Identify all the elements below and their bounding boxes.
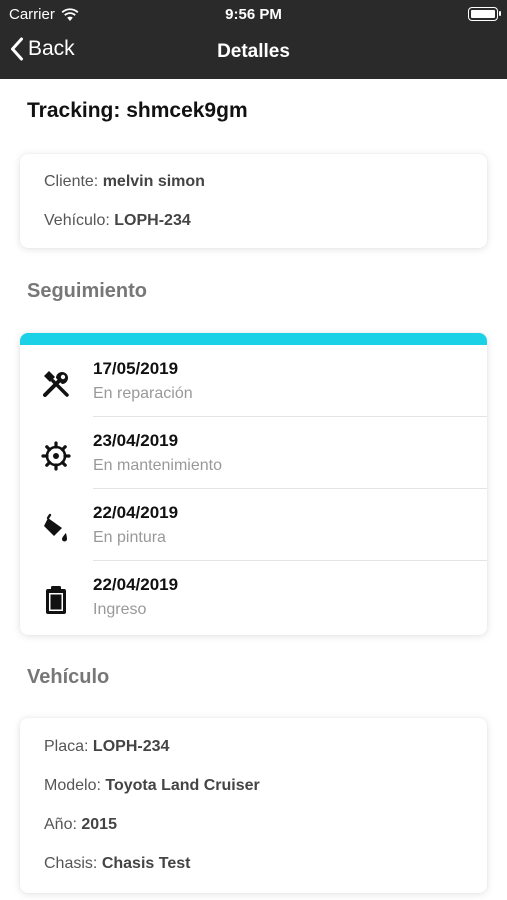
tracking-status: En pintura bbox=[93, 529, 166, 546]
placa-label: Placa: bbox=[44, 738, 89, 755]
client-row: Cliente: melvin simon bbox=[44, 173, 205, 191]
seguimiento-title: Seguimiento bbox=[27, 280, 148, 302]
paint-bucket-icon bbox=[44, 513, 67, 542]
client-value: melvin simon bbox=[102, 173, 205, 190]
vehicle-label: Vehículo: bbox=[44, 212, 110, 229]
clipboard-icon bbox=[46, 586, 66, 614]
chasis-row: Chasis: Chasis Test bbox=[44, 855, 190, 873]
chasis-label: Chasis: bbox=[44, 855, 98, 872]
battery-icon bbox=[468, 7, 501, 21]
anio-row: Año: 2015 bbox=[44, 816, 117, 834]
seguimiento-accent-bar bbox=[20, 333, 487, 345]
modelo-row: Modelo: Toyota Land Cruiser bbox=[44, 777, 260, 795]
tracking-code: shmcek9gm bbox=[126, 99, 248, 122]
tracking-status: En mantenimiento bbox=[93, 457, 222, 474]
page-title: Detalles bbox=[217, 41, 290, 62]
status-bar: Carrier 9:56 PM bbox=[0, 0, 507, 30]
tracking-date: 22/04/2019 bbox=[93, 575, 179, 594]
list-item[interactable]: 17/05/2019 En reparación bbox=[20, 345, 487, 417]
tracking-date: 22/04/2019 bbox=[93, 503, 179, 522]
tracking-date: 17/05/2019 bbox=[93, 359, 179, 378]
vehiculo-title: Vehículo bbox=[27, 666, 110, 688]
tools-icon bbox=[43, 371, 69, 397]
client-label: Cliente: bbox=[44, 173, 99, 190]
chasis-value: Chasis Test bbox=[101, 855, 191, 872]
tracking-status: En reparación bbox=[93, 385, 193, 402]
tracking-status: Ingreso bbox=[93, 601, 147, 618]
client-card: Cliente: melvin simon Vehículo: LOPH-234 bbox=[20, 154, 487, 248]
modelo-label: Modelo: bbox=[44, 777, 101, 794]
anio-label: Año: bbox=[44, 816, 77, 833]
vehicle-card: Placa: LOPH-234 Modelo: Toyota Land Crui… bbox=[20, 718, 487, 893]
tracking-heading: Tracking: shmcek9gm bbox=[27, 99, 248, 123]
status-time: 9:56 PM bbox=[225, 6, 282, 23]
anio-value: 2015 bbox=[81, 816, 117, 833]
seguimiento-card: 17/05/2019 En reparación 23/04/2019 En m… bbox=[20, 333, 487, 635]
vehicle-row: Vehículo: LOPH-234 bbox=[44, 212, 191, 230]
tracking-label: Tracking: bbox=[27, 99, 121, 122]
list-item[interactable]: 23/04/2019 En mantenimiento bbox=[20, 417, 487, 489]
top-bar: Carrier 9:56 PM Back Detalles bbox=[0, 0, 507, 79]
placa-value: LOPH-234 bbox=[92, 738, 170, 755]
vehicle-value: LOPH-234 bbox=[114, 212, 191, 229]
modelo-value: Toyota Land Cruiser bbox=[105, 777, 260, 794]
list-item[interactable]: 22/04/2019 Ingreso bbox=[20, 561, 487, 633]
gear-icon bbox=[41, 441, 71, 471]
tracking-date: 23/04/2019 bbox=[93, 431, 179, 450]
placa-row: Placa: LOPH-234 bbox=[44, 738, 169, 756]
navigation-bar: Back Detalles bbox=[0, 30, 507, 79]
list-item[interactable]: 22/04/2019 En pintura bbox=[20, 489, 487, 561]
